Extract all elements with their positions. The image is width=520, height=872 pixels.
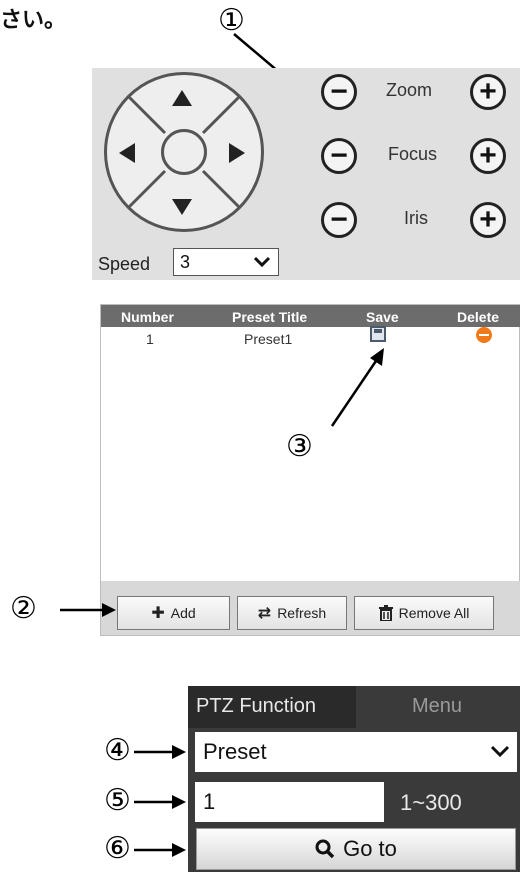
chevron-down-icon: [490, 745, 510, 758]
annotation-arrow-6: [134, 843, 186, 857]
save-icon[interactable]: [370, 326, 386, 342]
speed-label: Speed: [98, 254, 151, 274]
goto-label: Go to: [343, 836, 397, 861]
arrow-left-icon[interactable]: [119, 143, 135, 163]
preset-number-value: 1: [203, 789, 216, 814]
minus-icon: −: [330, 75, 348, 108]
iris-label: Iris: [404, 208, 428, 228]
search-icon: [315, 839, 335, 859]
annotation-4: ④: [104, 733, 131, 768]
annotation-5: ⑤: [104, 783, 131, 818]
arrow-right-icon[interactable]: [229, 143, 245, 163]
zoom-in-button[interactable]: +: [470, 74, 506, 110]
annotation-arrow-5: [134, 795, 186, 809]
preset-range-hint: 1~300: [400, 790, 462, 815]
add-icon: ✚: [151, 605, 165, 622]
minus-icon: −: [330, 203, 348, 236]
preset-number-input[interactable]: 1: [195, 782, 384, 822]
annotation-6: ⑥: [104, 831, 131, 866]
remove-all-label: Remove All: [398, 605, 470, 621]
iris-open-button[interactable]: +: [470, 202, 506, 238]
plus-icon: +: [479, 203, 497, 236]
focus-near-button[interactable]: −: [321, 138, 357, 174]
arrow-up-icon[interactable]: [172, 90, 192, 106]
focus-far-button[interactable]: +: [470, 138, 506, 174]
iris-close-button[interactable]: −: [321, 202, 357, 238]
refresh-label: Refresh: [277, 605, 327, 621]
trash-icon: [378, 605, 393, 621]
column-header-save: Save: [366, 309, 399, 325]
refresh-button[interactable]: ⇄ Refresh: [237, 596, 347, 630]
arrow-down-icon[interactable]: [172, 199, 192, 215]
delete-icon[interactable]: [476, 327, 492, 343]
refresh-icon: ⇄: [257, 605, 272, 622]
center-button[interactable]: [161, 129, 207, 175]
annotation-arrow-3: [330, 348, 384, 427]
annotation-3: ③: [286, 429, 313, 464]
function-select[interactable]: Preset: [195, 732, 517, 772]
speed-value: 3: [180, 252, 191, 272]
goto-button[interactable]: Go to: [196, 828, 516, 870]
annotation-arrow-4: [134, 745, 186, 759]
add-label: Add: [170, 605, 196, 621]
plus-icon: +: [479, 139, 497, 172]
annotation-2: ②: [10, 591, 37, 626]
chevron-down-icon: [253, 256, 271, 268]
column-header-preset-title: Preset Title: [232, 309, 308, 325]
zoom-label: Zoom: [386, 80, 433, 100]
column-header-delete: Delete: [457, 309, 500, 325]
preset-number: 1: [146, 331, 154, 347]
column-header-number: Number: [121, 309, 174, 325]
speed-select[interactable]: 3: [173, 248, 279, 276]
function-select-value: Preset: [203, 739, 267, 764]
preset-title: Preset1: [244, 331, 293, 347]
tab-ptz-function-label: PTZ Function: [196, 695, 317, 717]
annotation-arrow-2: [60, 603, 116, 617]
minus-icon: −: [330, 139, 348, 172]
focus-label: Focus: [388, 144, 438, 164]
tab-menu[interactable]: Menu: [412, 695, 462, 718]
add-button[interactable]: ✚ Add: [117, 596, 230, 630]
plus-icon: +: [479, 75, 497, 108]
zoom-out-button[interactable]: −: [321, 74, 357, 110]
remove-all-button[interactable]: Remove All: [354, 596, 494, 630]
intro-text: さい。: [0, 8, 67, 33]
